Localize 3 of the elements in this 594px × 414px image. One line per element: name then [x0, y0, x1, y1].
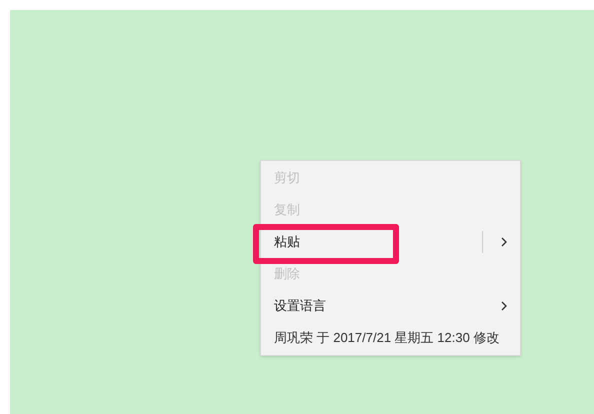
modified-info: 周巩荣 于 2017/7/21 星期五 12:30 修改: [274, 329, 500, 348]
menu-item[interactable]: 粘贴: [261, 226, 520, 258]
menu-item[interactable]: 设置语言: [261, 290, 520, 322]
